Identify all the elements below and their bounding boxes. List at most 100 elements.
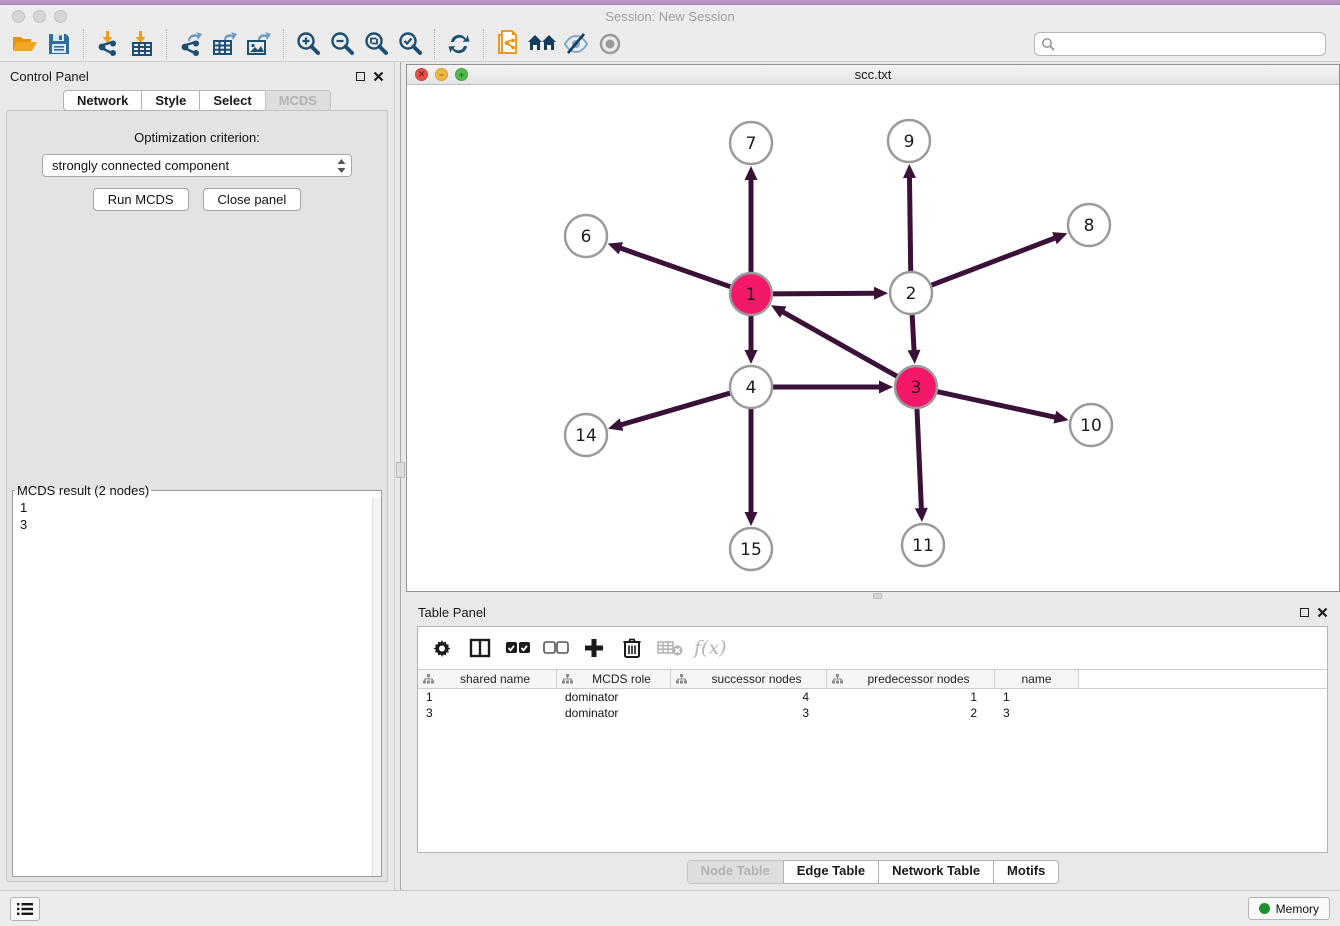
cell-predecessor-nodes[interactable]: 2 xyxy=(827,705,995,721)
cell-name[interactable]: 1 xyxy=(995,689,1079,705)
toggle-column-pane-button[interactable] xyxy=(466,634,494,662)
float-panel-icon[interactable] xyxy=(356,72,365,81)
edge-2-8[interactable] xyxy=(929,237,1057,286)
search-input[interactable] xyxy=(1056,37,1319,52)
criterion-select[interactable]: strongly connected component xyxy=(42,154,352,177)
column-header-MCDS-role[interactable]: MCDS role xyxy=(557,670,671,688)
refresh-button[interactable] xyxy=(442,28,476,60)
tab-select[interactable]: Select xyxy=(199,90,265,111)
zoom-selected-button[interactable] xyxy=(393,28,427,60)
node-label: 6 xyxy=(581,227,592,247)
tab-style[interactable]: Style xyxy=(141,90,200,111)
graph-node-3[interactable]: 3 xyxy=(895,366,937,408)
edge-4-14[interactable] xyxy=(619,392,733,425)
column-type-icon xyxy=(423,674,434,684)
delete-row-button[interactable] xyxy=(618,634,646,662)
edge-3-10[interactable] xyxy=(935,391,1058,418)
column-header-successor-nodes[interactable]: successor nodes xyxy=(671,670,827,688)
open-session-button[interactable] xyxy=(8,28,42,60)
zoom-out-button[interactable] xyxy=(325,28,359,60)
graph-node-8[interactable]: 8 xyxy=(1068,204,1110,246)
cell-MCDS-role[interactable]: dominator xyxy=(557,705,671,721)
column-header-shared-name[interactable]: shared name xyxy=(418,670,557,688)
show-all-button[interactable] xyxy=(593,28,627,60)
table-row[interactable]: 1dominator411 xyxy=(418,689,1327,705)
graph-node-1[interactable]: 1 xyxy=(730,273,772,315)
graph-node-9[interactable]: 9 xyxy=(888,120,930,162)
mcds-result-text[interactable]: 13 xyxy=(14,498,380,875)
network-graph[interactable]: 7 9 6 8 1 2 4 3 14 10 15 11 xyxy=(407,85,1339,586)
task-history-button[interactable] xyxy=(10,897,40,921)
export-table-button[interactable] xyxy=(208,28,242,60)
first-neighbors-button[interactable] xyxy=(525,28,559,60)
tab-network-table[interactable]: Network Table xyxy=(878,860,994,884)
graph-node-7[interactable]: 7 xyxy=(730,122,772,164)
zoom-in-button[interactable] xyxy=(291,28,325,60)
import-table-button[interactable] xyxy=(125,28,159,60)
cell-shared-name[interactable]: 1 xyxy=(418,689,557,705)
unchecked-boxes-icon xyxy=(543,641,569,655)
graph-node-6[interactable]: 6 xyxy=(565,215,607,257)
edge-3-11[interactable] xyxy=(917,406,922,511)
edge-2-3[interactable] xyxy=(912,312,914,353)
zoom-fit-button[interactable] xyxy=(359,28,393,60)
result-scrollbar[interactable] xyxy=(372,498,381,876)
cell-successor-nodes[interactable]: 4 xyxy=(671,689,827,705)
add-row-button[interactable] xyxy=(580,634,608,662)
export-image-button[interactable] xyxy=(242,28,276,60)
save-session-button[interactable] xyxy=(42,28,76,60)
cell-successor-nodes[interactable]: 3 xyxy=(671,705,827,721)
close-panel-button[interactable]: Close panel xyxy=(203,188,302,211)
tab-network[interactable]: Network xyxy=(63,90,142,111)
tab-node-table[interactable]: Node Table xyxy=(687,860,784,884)
splitter-grip[interactable] xyxy=(873,593,882,599)
hide-selected-button[interactable] xyxy=(559,28,593,60)
export-network-button[interactable] xyxy=(174,28,208,60)
panel-divider[interactable] xyxy=(394,62,406,890)
edge-1-2[interactable] xyxy=(770,293,877,294)
open-folder-icon xyxy=(12,33,38,55)
delete-table-button[interactable] xyxy=(656,634,684,662)
select-all-columns-button[interactable] xyxy=(504,634,532,662)
graph-node-15[interactable]: 15 xyxy=(730,528,772,570)
edge-3-1[interactable] xyxy=(781,311,900,378)
tab-edge-table[interactable]: Edge Table xyxy=(783,860,879,884)
deselect-all-columns-button[interactable] xyxy=(542,634,570,662)
graph-node-11[interactable]: 11 xyxy=(902,524,944,566)
graph-node-2[interactable]: 2 xyxy=(890,272,932,314)
column-header-predecessor-nodes[interactable]: predecessor nodes xyxy=(827,670,995,688)
network-minimize-button[interactable]: − xyxy=(435,68,448,81)
network-close-button[interactable]: ✕ xyxy=(415,68,428,81)
cell-predecessor-nodes[interactable]: 1 xyxy=(827,689,995,705)
network-canvas[interactable]: 7 9 6 8 1 2 4 3 14 10 15 11 xyxy=(407,85,1339,591)
cell-shared-name[interactable]: 3 xyxy=(418,705,557,721)
node-label: 8 xyxy=(1084,216,1095,236)
edge-arrowhead xyxy=(745,350,758,364)
graph-node-10[interactable]: 10 xyxy=(1070,404,1112,446)
edge-1-6[interactable] xyxy=(618,247,733,287)
network-zoom-button[interactable]: + xyxy=(455,68,468,81)
graph-node-14[interactable]: 14 xyxy=(565,414,607,456)
horizontal-splitter[interactable] xyxy=(406,592,1340,600)
memory-button[interactable]: Memory xyxy=(1248,897,1330,920)
graph-node-4[interactable]: 4 xyxy=(730,366,772,408)
import-network-button[interactable] xyxy=(91,28,125,60)
close-panel-icon[interactable] xyxy=(373,71,384,82)
table-settings-button[interactable] xyxy=(428,634,456,662)
divider-grip[interactable] xyxy=(396,462,405,478)
tab-motifs[interactable]: Motifs xyxy=(993,860,1059,884)
node-label: 14 xyxy=(575,426,597,446)
table-row[interactable]: 3dominator323 xyxy=(418,705,1327,721)
tab-mcds[interactable]: MCDS xyxy=(265,90,331,111)
close-table-panel-icon[interactable] xyxy=(1317,607,1328,618)
edge-2-9[interactable] xyxy=(909,175,910,274)
node-label: 3 xyxy=(911,378,922,398)
clone-network-button[interactable] xyxy=(491,28,525,60)
cell-MCDS-role[interactable]: dominator xyxy=(557,689,671,705)
apply-function-button[interactable]: f(x) xyxy=(694,637,727,659)
float-table-panel-icon[interactable] xyxy=(1300,608,1309,617)
cell-name[interactable]: 3 xyxy=(995,705,1079,721)
search-box[interactable] xyxy=(1034,32,1326,56)
run-mcds-button[interactable]: Run MCDS xyxy=(93,188,189,211)
column-header-name[interactable]: name xyxy=(995,670,1079,688)
